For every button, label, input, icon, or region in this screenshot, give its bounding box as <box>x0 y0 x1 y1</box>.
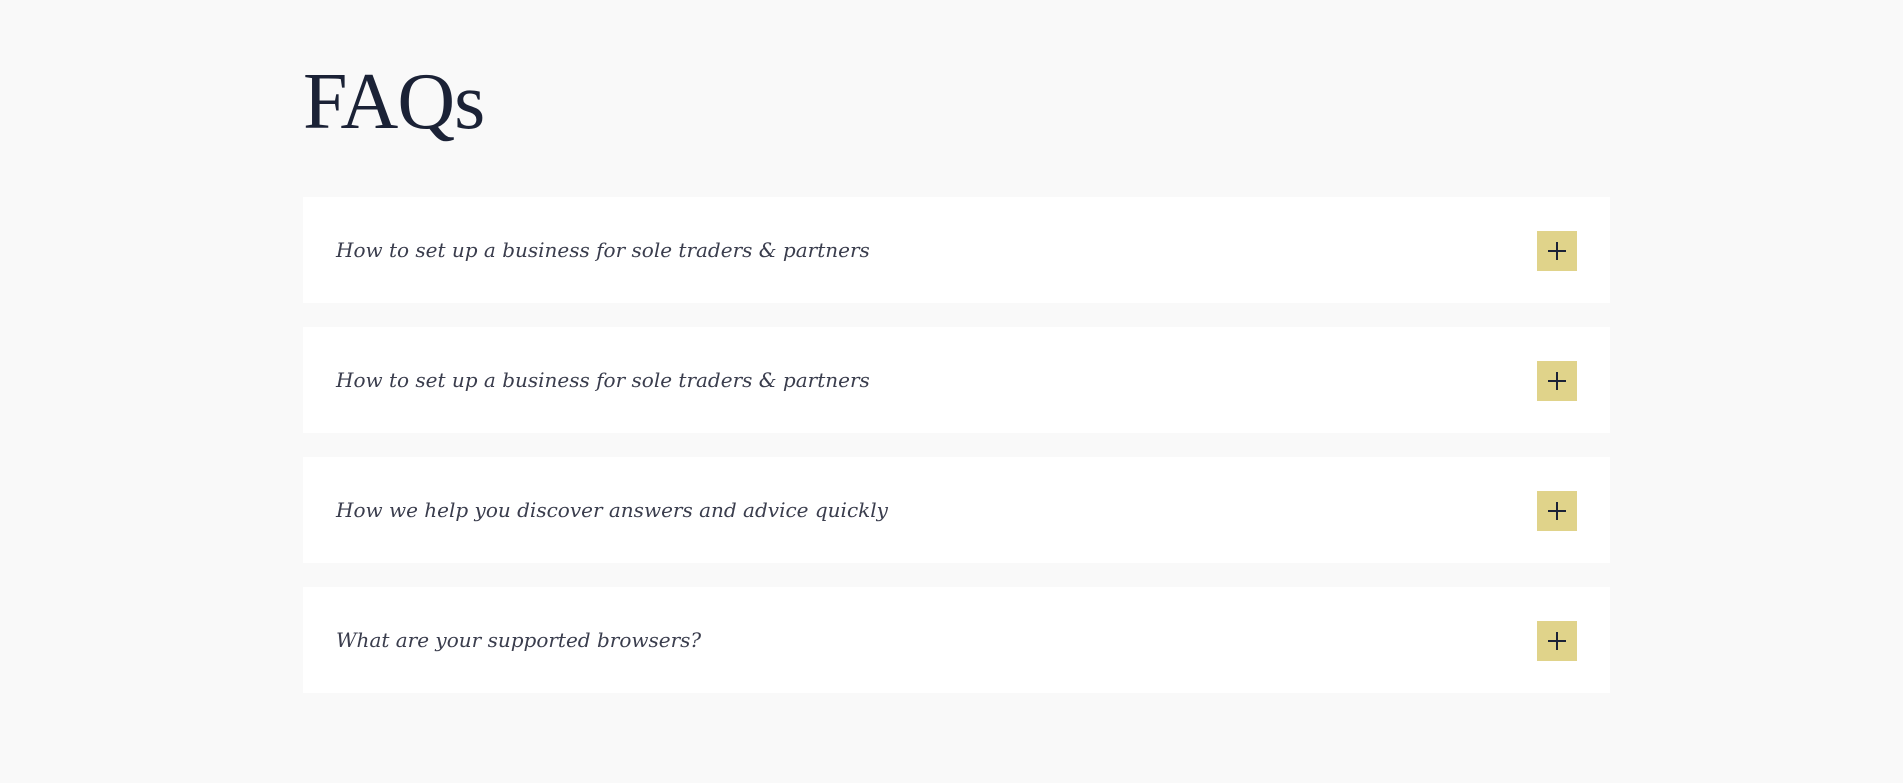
faq-question: What are your supported browsers? <box>336 628 702 652</box>
plus-icon <box>1548 372 1566 390</box>
faq-item[interactable]: How we help you discover answers and adv… <box>303 457 1610 563</box>
page-title: FAQs <box>303 58 485 146</box>
faq-item[interactable]: How to set up a business for sole trader… <box>303 197 1610 303</box>
faq-item[interactable]: How to set up a business for sole trader… <box>303 327 1610 433</box>
faq-question: How to set up a business for sole trader… <box>336 368 870 392</box>
expand-button[interactable] <box>1537 231 1577 271</box>
faq-item[interactable]: What are your supported browsers? <box>303 587 1610 693</box>
faq-question: How we help you discover answers and adv… <box>336 498 888 522</box>
plus-icon <box>1548 502 1566 520</box>
faq-list: How to set up a business for sole trader… <box>303 197 1610 717</box>
plus-icon <box>1548 632 1566 650</box>
expand-button[interactable] <box>1537 621 1577 661</box>
expand-button[interactable] <box>1537 361 1577 401</box>
expand-button[interactable] <box>1537 491 1577 531</box>
plus-icon <box>1548 242 1566 260</box>
faq-question: How to set up a business for sole trader… <box>336 238 870 262</box>
